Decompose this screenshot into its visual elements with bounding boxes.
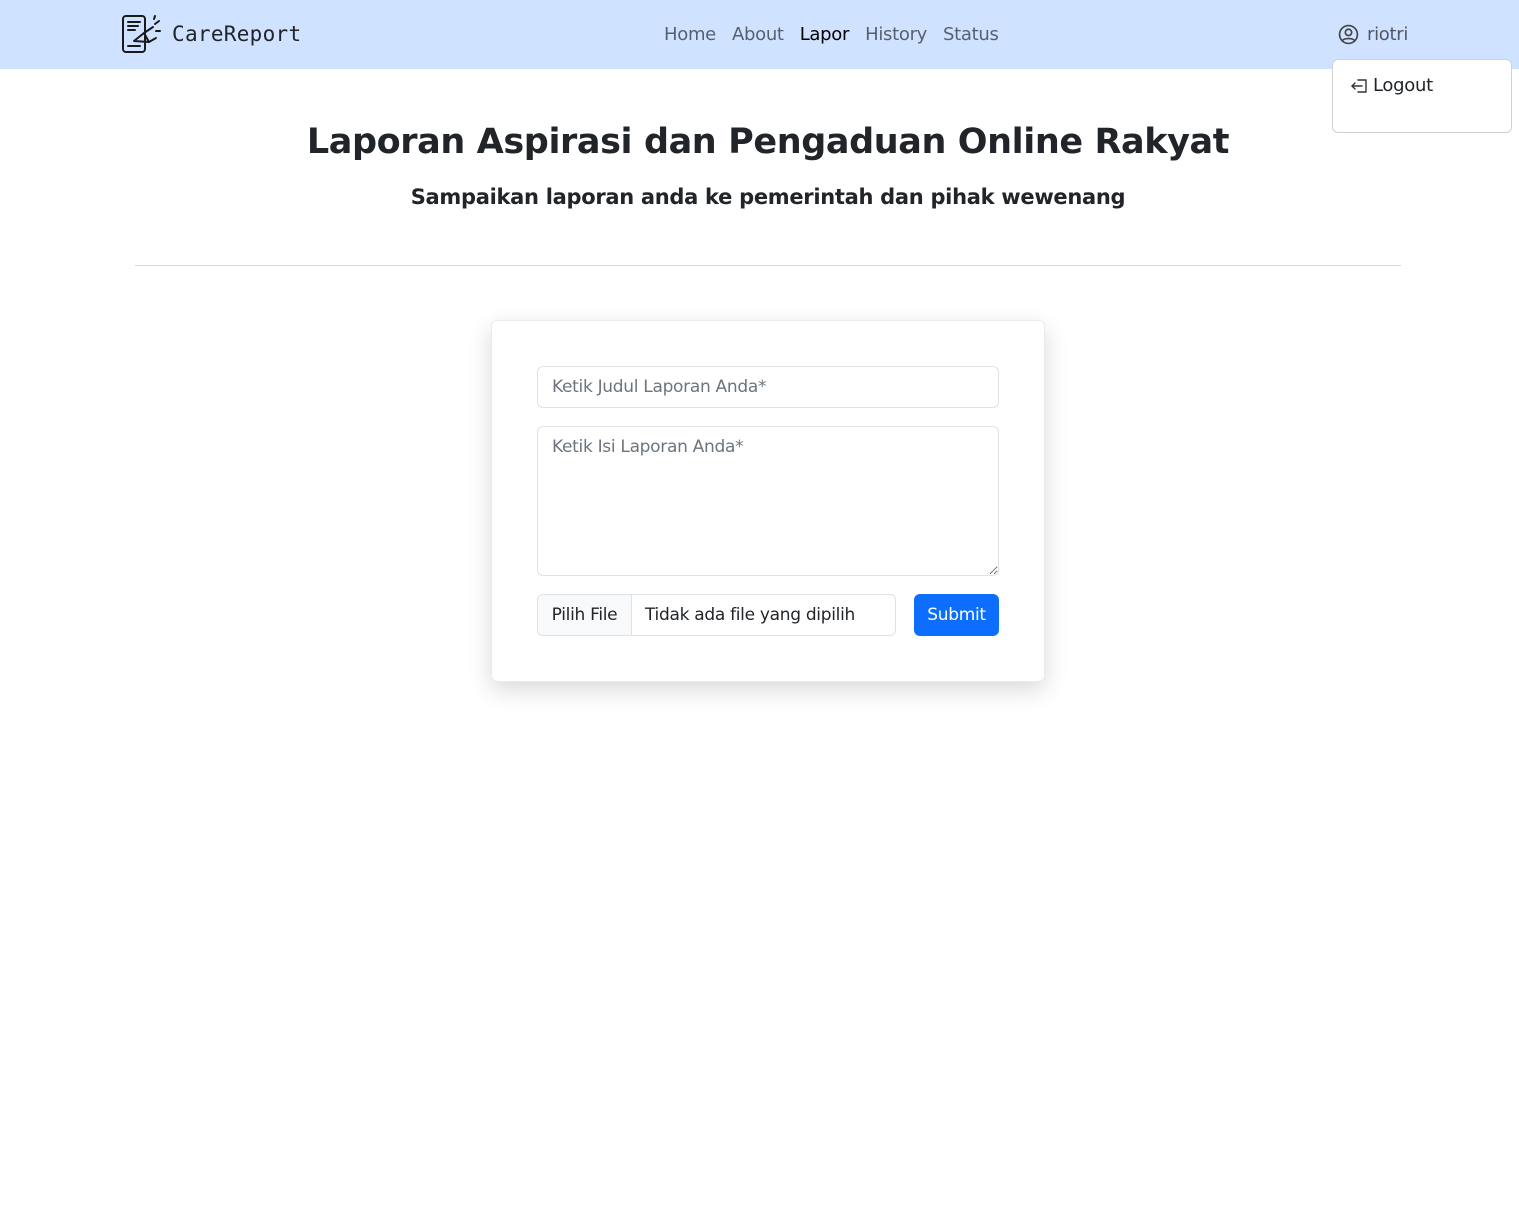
logout-icon: [1351, 78, 1367, 93]
user-name: riotri: [1367, 23, 1409, 45]
brand-link[interactable]: CareReport: [120, 13, 301, 55]
nav-item-status[interactable]: Status: [935, 24, 1007, 45]
logout-label: Logout: [1373, 75, 1433, 96]
page-title: Laporan Aspirasi dan Pengaduan Online Ra…: [306, 122, 1230, 162]
logout-menu-item[interactable]: Logout: [1350, 75, 1433, 96]
report-form-card: Pilih File Tidak ada file yang dipilih S…: [491, 320, 1045, 682]
report-title-input[interactable]: [537, 366, 999, 408]
choose-file-button[interactable]: Pilih File: [538, 595, 632, 635]
brand-name: CareReport: [172, 22, 302, 46]
nav-item-history[interactable]: History: [857, 24, 935, 45]
report-megaphone-icon: [122, 15, 161, 53]
file-upload-input[interactable]: Pilih File Tidak ada file yang dipilih: [537, 594, 896, 636]
user-menu-toggle[interactable]: riotri: [1338, 20, 1408, 48]
section-divider: [135, 265, 1401, 266]
file-status-text: Tidak ada file yang dipilih: [645, 605, 855, 625]
nav-item-home[interactable]: Home: [656, 24, 724, 45]
main-nav: Home About Lapor History Status: [656, 20, 1007, 48]
user-circle-icon: [1338, 24, 1359, 44]
top-navbar: CareReport Home About Lapor History Stat…: [0, 0, 1519, 69]
report-body-textarea[interactable]: [537, 426, 999, 576]
page-subtitle: Sampaikan laporan anda ke pemerintah dan…: [410, 185, 1126, 209]
nav-item-about[interactable]: About: [724, 24, 792, 45]
submit-button[interactable]: Submit: [914, 594, 999, 636]
nav-item-lapor[interactable]: Lapor: [792, 24, 857, 45]
